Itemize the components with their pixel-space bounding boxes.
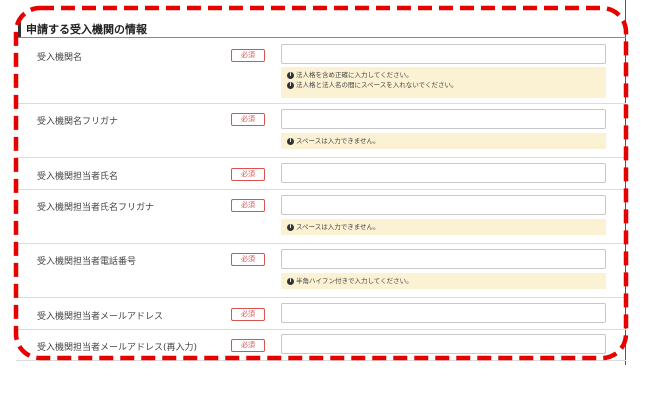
info-circle-icon: i: [287, 137, 294, 145]
required-badge: 必須: [231, 168, 265, 181]
contact-name-kana-input[interactable]: [281, 195, 606, 215]
receiving-org-form: 受入機関名 必須 i 法人格を含め正確に入力してください。 i 法人格と法人名の間に…: [16, 38, 626, 361]
help-box: i 半角ハイフン付きで入力してください。: [281, 273, 606, 289]
section-header-bar: [18, 22, 21, 37]
field-label: 受入機関担当者氏名: [37, 172, 119, 182]
help-text: 半角ハイフン付きで入力してください。: [296, 277, 413, 285]
info-circle-icon: i: [287, 71, 294, 79]
required-badge: 必須: [231, 113, 265, 126]
section-title: 申請する受入機関の情報: [26, 23, 147, 36]
contact-phone-input[interactable]: [281, 249, 606, 269]
form-row-contact-email-confirm: 受入機関担当者メールアドレス(再入力) 必須: [16, 330, 626, 361]
contact-name-input[interactable]: [281, 163, 606, 183]
help-box: i スペースは入力できません。: [281, 133, 606, 149]
required-badge: 必須: [231, 199, 265, 212]
info-circle-icon: i: [287, 277, 294, 285]
section-header: 申請する受入機関の情報: [16, 20, 626, 38]
contact-email-confirm-input[interactable]: [281, 334, 606, 354]
help-text: スペースは入力できません。: [296, 137, 380, 145]
form-row-contact-name-kana: 受入機関担当者氏名フリガナ 必須 i スペースは入力できません。: [16, 190, 626, 244]
field-label: 受入機関担当者氏名フリガナ: [37, 203, 155, 213]
field-label: 受入機関担当者メールアドレス: [37, 312, 164, 322]
org-name-input[interactable]: [281, 44, 606, 64]
help-box: i スペースは入力できません。: [281, 219, 606, 235]
form-row-org-name-kana: 受入機関名フリガナ 必須 i スペースは入力できません。: [16, 104, 626, 158]
info-circle-icon: i: [287, 223, 294, 231]
help-box: i 法人格を含め正確に入力してください。 i 法人格と法人名の間にスペースを入れない…: [281, 67, 606, 98]
required-badge: 必須: [231, 339, 265, 352]
field-label: 受入機関担当者メールアドレス(再入力): [37, 343, 198, 353]
form-row-contact-name: 受入機関担当者氏名 必須: [16, 158, 626, 190]
field-label: 受入機関名: [37, 53, 83, 63]
org-name-kana-input[interactable]: [281, 109, 606, 129]
form-row-contact-email: 受入機関担当者メールアドレス 必須: [16, 298, 626, 330]
help-text: 法人格と法人名の間にスペースを入れないでください。: [296, 81, 458, 89]
contact-email-input[interactable]: [281, 303, 606, 323]
help-text: 法人格を含め正確に入力してください。: [296, 71, 413, 79]
form-row-contact-phone: 受入機関担当者電話番号 必須 i 半角ハイフン付きで入力してください。: [16, 244, 626, 298]
required-badge: 必須: [231, 49, 265, 62]
info-circle-icon: i: [287, 81, 294, 89]
required-badge: 必須: [231, 308, 265, 321]
form-row-org-name: 受入機関名 必須 i 法人格を含め正確に入力してください。 i 法人格と法人名の間に…: [16, 38, 626, 104]
field-label: 受入機関名フリガナ: [37, 117, 119, 127]
help-text: スペースは入力できません。: [296, 223, 380, 231]
required-badge: 必須: [231, 253, 265, 266]
field-label: 受入機関担当者電話番号: [37, 257, 137, 267]
